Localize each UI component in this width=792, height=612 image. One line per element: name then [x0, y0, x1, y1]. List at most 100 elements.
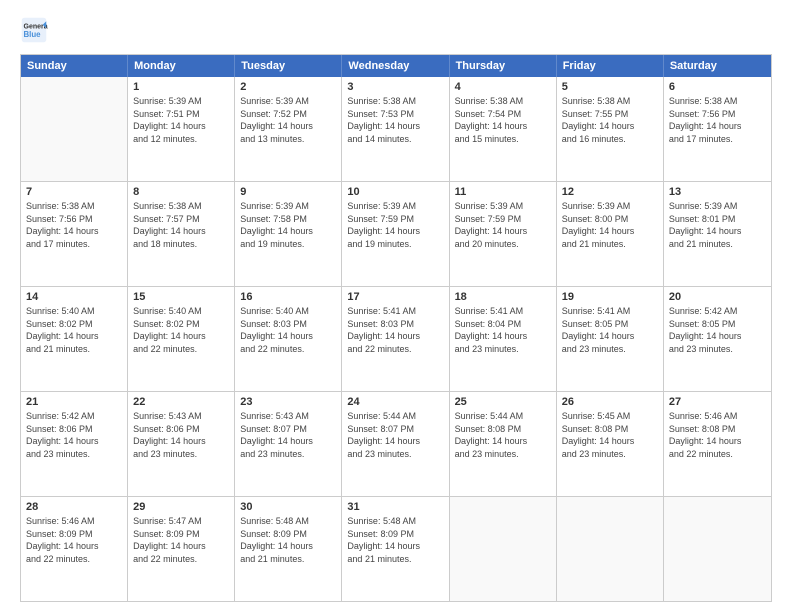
day-number: 23: [240, 396, 336, 408]
day-number: 3: [347, 81, 443, 93]
calendar-cell: [21, 77, 128, 181]
calendar-cell: 18 Sunrise: 5:41 AM Sunset: 8:04 PM Dayli…: [450, 287, 557, 391]
calendar-cell: 11 Sunrise: 5:39 AM Sunset: 7:59 PM Dayli…: [450, 182, 557, 286]
day-number: 30: [240, 501, 336, 513]
calendar-cell: 12 Sunrise: 5:39 AM Sunset: 8:00 PM Dayli…: [557, 182, 664, 286]
calendar-cell: 20Sunrise: 5:42 AM Sunset: 8:05 PM Dayli…: [664, 287, 771, 391]
day-info: Sunrise: 5:40 AM Sunset: 8:02 PM Dayligh…: [133, 305, 229, 355]
day-info: Sunrise: 5:43 AM Sunset: 8:07 PM Dayligh…: [240, 410, 336, 460]
day-info: Sunrise: 5:39 AM Sunset: 7:51 PM Dayligh…: [133, 95, 229, 145]
calendar-cell: 26Sunrise: 5:45 AM Sunset: 8:08 PM Dayli…: [557, 392, 664, 496]
day-number: 25: [455, 396, 551, 408]
day-number: 20: [669, 291, 766, 303]
day-number: 17: [347, 291, 443, 303]
day-info: Sunrise: 5:41 AM Sunset: 8:04 PM Dayligh…: [455, 305, 551, 355]
day-number: 12: [562, 186, 658, 198]
header-day-sunday: Sunday: [21, 55, 128, 77]
calendar-body: 1 Sunrise: 5:39 AM Sunset: 7:51 PM Daylig…: [21, 77, 771, 601]
calendar-header: SundayMondayTuesdayWednesdayThursdayFrid…: [21, 55, 771, 77]
day-number: 7: [26, 186, 122, 198]
calendar-cell: 23 Sunrise: 5:43 AM Sunset: 8:07 PM Dayli…: [235, 392, 342, 496]
calendar-cell: 15 Sunrise: 5:40 AM Sunset: 8:02 PM Dayli…: [128, 287, 235, 391]
logo-icon: General Blue: [20, 16, 48, 44]
calendar-row: 21Sunrise: 5:42 AM Sunset: 8:06 PM Dayli…: [21, 392, 771, 497]
calendar-cell: 19 Sunrise: 5:41 AM Sunset: 8:05 PM Dayli…: [557, 287, 664, 391]
calendar-cell: 25 Sunrise: 5:44 AM Sunset: 8:08 PM Dayli…: [450, 392, 557, 496]
calendar-cell: 4 Sunrise: 5:38 AM Sunset: 7:54 PM Daylig…: [450, 77, 557, 181]
calendar-cell: 9Sunrise: 5:39 AM Sunset: 7:58 PM Daylig…: [235, 182, 342, 286]
day-number: 22: [133, 396, 229, 408]
day-number: 18: [455, 291, 551, 303]
calendar-cell: 16 Sunrise: 5:40 AM Sunset: 8:03 PM Dayli…: [235, 287, 342, 391]
day-info: Sunrise: 5:44 AM Sunset: 8:08 PM Dayligh…: [455, 410, 551, 460]
day-number: 2: [240, 81, 336, 93]
calendar-cell: 17 Sunrise: 5:41 AM Sunset: 8:03 PM Dayli…: [342, 287, 449, 391]
day-number: 15: [133, 291, 229, 303]
day-number: 21: [26, 396, 122, 408]
calendar-cell: 21Sunrise: 5:42 AM Sunset: 8:06 PM Dayli…: [21, 392, 128, 496]
day-number: 29: [133, 501, 229, 513]
day-number: 10: [347, 186, 443, 198]
day-number: 19: [562, 291, 658, 303]
day-info: Sunrise: 5:38 AM Sunset: 7:55 PM Dayligh…: [562, 95, 658, 145]
calendar-cell: 3 Sunrise: 5:38 AM Sunset: 7:53 PM Daylig…: [342, 77, 449, 181]
day-number: 5: [562, 81, 658, 93]
day-info: Sunrise: 5:40 AM Sunset: 8:02 PM Dayligh…: [26, 305, 122, 355]
calendar-cell: 30 Sunrise: 5:48 AM Sunset: 8:09 PM Dayli…: [235, 497, 342, 601]
day-info: Sunrise: 5:48 AM Sunset: 8:09 PM Dayligh…: [240, 515, 336, 565]
day-number: 24: [347, 396, 443, 408]
day-number: 1: [133, 81, 229, 93]
header-day-wednesday: Wednesday: [342, 55, 449, 77]
day-number: 11: [455, 186, 551, 198]
calendar-cell: 29 Sunrise: 5:47 AM Sunset: 8:09 PM Dayli…: [128, 497, 235, 601]
header-day-tuesday: Tuesday: [235, 55, 342, 77]
day-number: 31: [347, 501, 443, 513]
calendar: SundayMondayTuesdayWednesdayThursdayFrid…: [20, 54, 772, 602]
day-number: 9: [240, 186, 336, 198]
day-info: Sunrise: 5:46 AM Sunset: 8:09 PM Dayligh…: [26, 515, 122, 565]
day-info: Sunrise: 5:44 AM Sunset: 8:07 PM Dayligh…: [347, 410, 443, 460]
calendar-cell: 8Sunrise: 5:38 AM Sunset: 7:57 PM Daylig…: [128, 182, 235, 286]
calendar-row: 7 Sunrise: 5:38 AM Sunset: 7:56 PM Daylig…: [21, 182, 771, 287]
day-number: 8: [133, 186, 229, 198]
day-info: Sunrise: 5:39 AM Sunset: 7:59 PM Dayligh…: [347, 200, 443, 250]
day-info: Sunrise: 5:39 AM Sunset: 8:00 PM Dayligh…: [562, 200, 658, 250]
day-number: 14: [26, 291, 122, 303]
day-number: 27: [669, 396, 766, 408]
day-info: Sunrise: 5:38 AM Sunset: 7:53 PM Dayligh…: [347, 95, 443, 145]
calendar-cell: 28 Sunrise: 5:46 AM Sunset: 8:09 PM Dayli…: [21, 497, 128, 601]
svg-text:Blue: Blue: [24, 30, 42, 39]
header-day-saturday: Saturday: [664, 55, 771, 77]
calendar-cell: [557, 497, 664, 601]
calendar-cell: 1 Sunrise: 5:39 AM Sunset: 7:51 PM Daylig…: [128, 77, 235, 181]
calendar-row: 14 Sunrise: 5:40 AM Sunset: 8:02 PM Dayli…: [21, 287, 771, 392]
logo: General Blue: [20, 16, 48, 44]
day-info: Sunrise: 5:39 AM Sunset: 8:01 PM Dayligh…: [669, 200, 766, 250]
calendar-cell: [450, 497, 557, 601]
day-info: Sunrise: 5:39 AM Sunset: 7:52 PM Dayligh…: [240, 95, 336, 145]
day-number: 16: [240, 291, 336, 303]
day-number: 6: [669, 81, 766, 93]
day-number: 13: [669, 186, 766, 198]
header-day-friday: Friday: [557, 55, 664, 77]
calendar-cell: 27Sunrise: 5:46 AM Sunset: 8:08 PM Dayli…: [664, 392, 771, 496]
day-info: Sunrise: 5:41 AM Sunset: 8:05 PM Dayligh…: [562, 305, 658, 355]
day-info: Sunrise: 5:38 AM Sunset: 7:56 PM Dayligh…: [669, 95, 766, 145]
calendar-cell: 13 Sunrise: 5:39 AM Sunset: 8:01 PM Dayli…: [664, 182, 771, 286]
header-day-monday: Monday: [128, 55, 235, 77]
day-number: 4: [455, 81, 551, 93]
header: General Blue: [20, 16, 772, 44]
day-info: Sunrise: 5:40 AM Sunset: 8:03 PM Dayligh…: [240, 305, 336, 355]
calendar-row: 1 Sunrise: 5:39 AM Sunset: 7:51 PM Daylig…: [21, 77, 771, 182]
day-info: Sunrise: 5:38 AM Sunset: 7:56 PM Dayligh…: [26, 200, 122, 250]
day-info: Sunrise: 5:47 AM Sunset: 8:09 PM Dayligh…: [133, 515, 229, 565]
day-info: Sunrise: 5:39 AM Sunset: 7:59 PM Dayligh…: [455, 200, 551, 250]
calendar-cell: [664, 497, 771, 601]
day-info: Sunrise: 5:41 AM Sunset: 8:03 PM Dayligh…: [347, 305, 443, 355]
calendar-row: 28 Sunrise: 5:46 AM Sunset: 8:09 PM Dayli…: [21, 497, 771, 601]
calendar-cell: 2 Sunrise: 5:39 AM Sunset: 7:52 PM Daylig…: [235, 77, 342, 181]
calendar-cell: 14 Sunrise: 5:40 AM Sunset: 8:02 PM Dayli…: [21, 287, 128, 391]
calendar-cell: 10 Sunrise: 5:39 AM Sunset: 7:59 PM Dayli…: [342, 182, 449, 286]
day-info: Sunrise: 5:38 AM Sunset: 7:54 PM Dayligh…: [455, 95, 551, 145]
day-number: 28: [26, 501, 122, 513]
